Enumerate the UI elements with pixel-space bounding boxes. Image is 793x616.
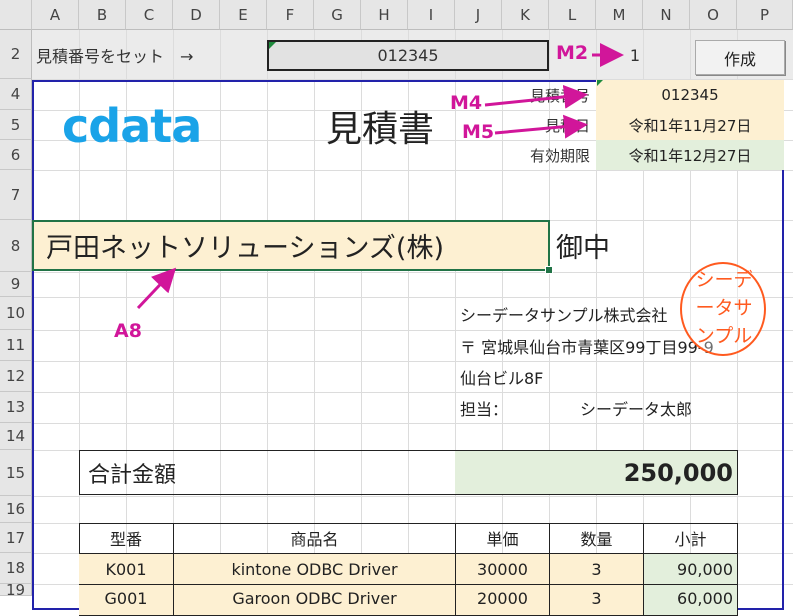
annotation-arrow <box>494 114 588 139</box>
annotation-m5-label: M5 <box>462 121 495 143</box>
annotation-arrows <box>136 43 624 310</box>
annotation-m2-label: M2 <box>556 42 589 64</box>
annotation-a8-label: A8 <box>114 320 142 342</box>
annotation-m4-label: M4 <box>450 92 483 114</box>
annotation-arrow <box>484 84 588 109</box>
annotation-arrow <box>136 267 177 310</box>
